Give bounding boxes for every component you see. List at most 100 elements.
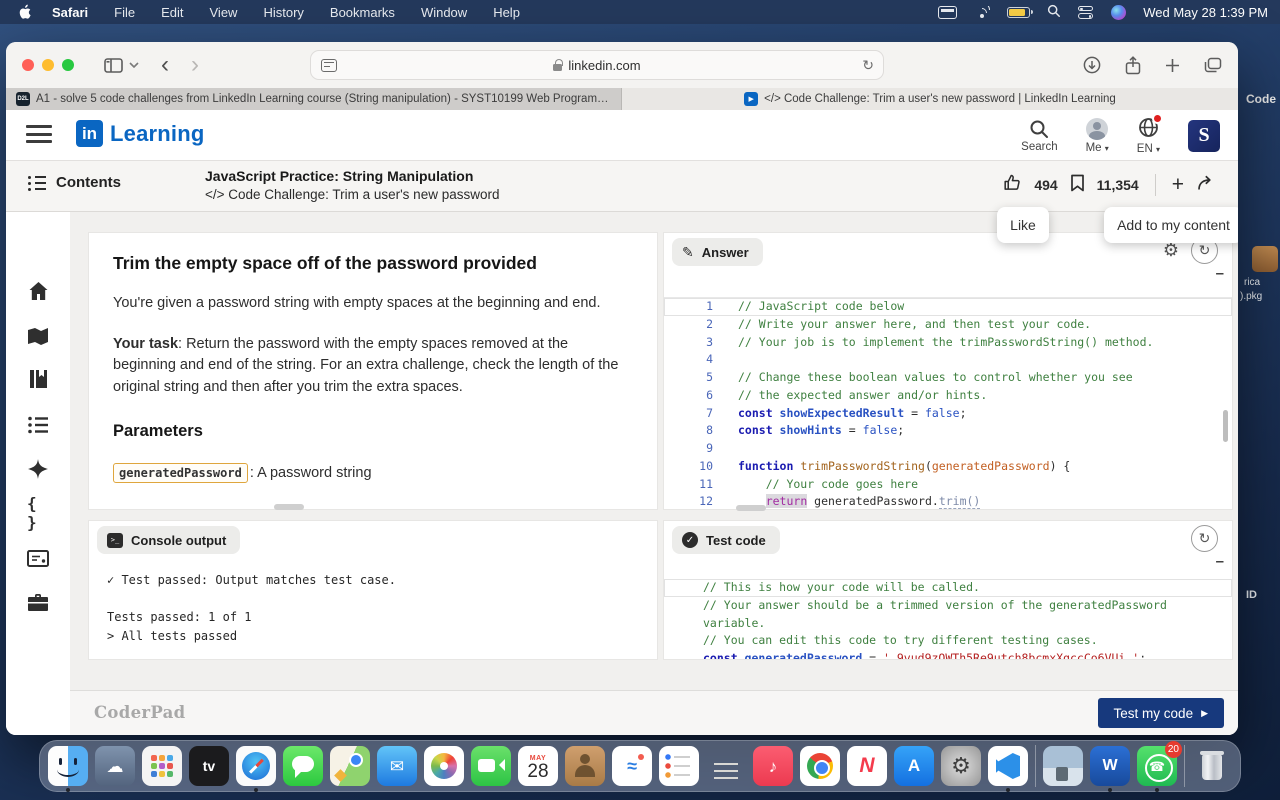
share-lesson-button[interactable] <box>1196 174 1216 197</box>
code-line[interactable]: const generatedPassword = ' 9vud9zQWTh5R… <box>664 650 1232 659</box>
menu-help[interactable]: Help <box>493 5 520 20</box>
hamburger-menu-icon[interactable] <box>26 125 52 145</box>
chevron-down-icon[interactable] <box>129 62 139 68</box>
menu-view[interactable]: View <box>210 5 238 20</box>
menu-safari[interactable]: Safari <box>52 5 88 20</box>
dock-reminders-icon[interactable] <box>659 746 699 786</box>
contents-list-icon[interactable] <box>27 414 49 436</box>
code-line[interactable]: 11 // Your code goes here <box>664 476 1232 494</box>
panel-resize-handle[interactable] <box>736 505 766 511</box>
certificates-icon[interactable] <box>27 547 49 569</box>
siri-icon[interactable] <box>1111 5 1126 20</box>
dock-vscode-icon[interactable] <box>988 746 1028 786</box>
menu-edit[interactable]: Edit <box>161 5 183 20</box>
url-text[interactable]: linkedin.com <box>568 58 640 73</box>
back-button[interactable]: ‹ <box>161 53 169 77</box>
code-line[interactable]: // This is how your code will be called. <box>664 579 1232 597</box>
menu-history[interactable]: History <box>263 5 303 20</box>
code-line[interactable]: 4 <box>664 351 1232 369</box>
code-braces-icon[interactable]: { } <box>27 502 49 524</box>
dock-contacts-icon[interactable] <box>565 746 605 786</box>
organization-logo[interactable]: S <box>1188 120 1220 152</box>
linkedin-learning-logo[interactable]: in Learning <box>76 120 205 147</box>
dock-facetime-icon[interactable] <box>471 746 511 786</box>
editor-settings-icon[interactable]: ⚙ <box>1163 240 1179 261</box>
explore-map-icon[interactable] <box>27 325 49 347</box>
share-icon[interactable] <box>1125 56 1141 75</box>
code-line[interactable]: 7const showExpectedResult = false; <box>664 405 1232 423</box>
like-button[interactable] <box>1003 173 1022 197</box>
code-line[interactable]: 5// Change these boolean values to contr… <box>664 369 1232 387</box>
desktop-package-icon[interactable] <box>1252 246 1278 272</box>
code-line[interactable]: 8const showHints = false; <box>664 422 1232 440</box>
reload-icon[interactable]: ↻ <box>862 57 874 74</box>
code-line[interactable]: 1// JavaScript code below <box>664 298 1232 316</box>
ai-sparkle-icon[interactable] <box>27 458 49 480</box>
address-bar[interactable]: linkedin.com ↻ <box>310 50 884 80</box>
panel-resize-handle[interactable] <box>274 504 304 510</box>
me-menu[interactable]: Me ▾ <box>1086 118 1109 154</box>
menubar-clock[interactable]: Wed May 28 1:39 PM <box>1143 5 1268 20</box>
test-code-editor[interactable]: // This is how your code will be called.… <box>664 579 1232 659</box>
test-my-code-button[interactable]: Test my code▶ <box>1098 698 1224 728</box>
career-briefcase-icon[interactable] <box>27 591 49 613</box>
reset-test-code-button[interactable]: ↻ <box>1191 525 1218 552</box>
code-line[interactable]: 6// the expected answer and/or hints. <box>664 387 1232 405</box>
collapse-panel-button[interactable]: – <box>1216 265 1224 282</box>
dock-notes-icon[interactable] <box>706 746 746 786</box>
dock-mail-icon[interactable]: ✉ <box>377 746 417 786</box>
dock-maps-icon[interactable] <box>330 746 370 786</box>
keyboard-icon[interactable] <box>938 6 957 19</box>
dock-photos-icon[interactable] <box>424 746 464 786</box>
new-tab-icon[interactable] <box>1165 58 1180 73</box>
answer-code-editor[interactable]: 1// JavaScript code below2// Write your … <box>664 297 1232 509</box>
close-window-button[interactable] <box>22 59 34 71</box>
minimize-window-button[interactable] <box>42 59 54 71</box>
battery-icon[interactable] <box>1007 7 1030 18</box>
menu-window[interactable]: Window <box>421 5 467 20</box>
downloads-icon[interactable] <box>1083 56 1101 74</box>
forward-button[interactable]: › <box>191 53 199 77</box>
dock-word-icon[interactable]: W <box>1090 746 1130 786</box>
code-line[interactable]: 2// Write your answer here, and then tes… <box>664 316 1232 334</box>
control-center-icon[interactable] <box>1078 6 1094 19</box>
apple-logo-icon[interactable] <box>18 4 34 20</box>
contents-toggle[interactable]: Contents <box>28 174 121 191</box>
dock-freeform-icon[interactable]: ≈ <box>612 746 652 786</box>
save-button[interactable] <box>1070 174 1085 197</box>
search-button[interactable]: Search <box>1021 119 1057 153</box>
wifi-icon[interactable] <box>974 6 990 18</box>
test-code-tab[interactable]: ✓ Test code <box>672 526 780 554</box>
browser-tab-d2l[interactable]: D2L A1 - solve 5 code challenges from Li… <box>6 88 622 110</box>
dock-launchpad-icon[interactable] <box>142 746 182 786</box>
code-line[interactable]: variable. <box>664 615 1232 633</box>
browser-tab-linkedin[interactable]: ▶ </> Code Challenge: Trim a user's new … <box>622 88 1238 110</box>
dock-whatsapp-icon[interactable]: ☎20 <box>1137 746 1177 786</box>
library-icon[interactable] <box>27 368 49 390</box>
dock-minimized-window-icon[interactable] <box>1043 746 1083 786</box>
dock-safari-icon[interactable] <box>236 746 276 786</box>
menu-bookmarks[interactable]: Bookmarks <box>330 5 395 20</box>
editor-scrollbar[interactable] <box>1223 410 1228 442</box>
sidebar-toggle-icon[interactable] <box>104 58 123 73</box>
menu-file[interactable]: File <box>114 5 135 20</box>
dock-messages-icon[interactable] <box>283 746 323 786</box>
dock-system-settings-icon[interactable]: ⚙ <box>941 746 981 786</box>
code-line[interactable]: // You can edit this code to try differe… <box>664 632 1232 650</box>
dock-apple-tv-icon[interactable]: tv <box>189 746 229 786</box>
answer-tab[interactable]: ✎ Answer <box>672 238 763 266</box>
dock-finder-icon[interactable] <box>48 746 88 786</box>
dock-chrome-icon[interactable] <box>800 746 840 786</box>
spotlight-icon[interactable] <box>1047 4 1061 21</box>
add-to-content-button[interactable]: + <box>1172 173 1184 197</box>
code-line[interactable]: 10function trimPasswordString(generatedP… <box>664 458 1232 476</box>
dock-music-icon[interactable]: ♪ <box>753 746 793 786</box>
zoom-window-button[interactable] <box>62 59 74 71</box>
dock-app-store-icon[interactable]: A <box>894 746 934 786</box>
console-tab[interactable]: >_ Console output <box>97 526 240 554</box>
code-line[interactable]: // Your answer should be a trimmed versi… <box>664 597 1232 615</box>
language-menu[interactable]: EN ▾ <box>1137 117 1160 155</box>
home-icon[interactable] <box>27 280 49 302</box>
dock-calendar-icon[interactable]: MAY28 <box>518 746 558 786</box>
collapse-panel-button[interactable]: – <box>1216 553 1224 570</box>
